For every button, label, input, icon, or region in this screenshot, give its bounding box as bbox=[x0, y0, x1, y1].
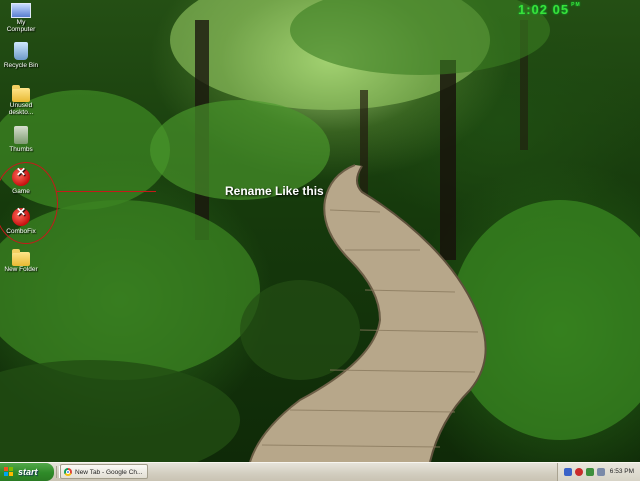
desktop-icon-new-folder[interactable]: New Folder bbox=[2, 249, 40, 273]
gadget-seconds: 05 bbox=[552, 2, 570, 17]
desktop-icon-label: My Computer bbox=[6, 19, 36, 33]
security-shield-icon[interactable] bbox=[575, 468, 583, 476]
network-icon[interactable] bbox=[564, 468, 572, 476]
desktop[interactable]: My Computer Recycle Bin Unused deskto...… bbox=[0, 0, 640, 462]
annotation-text: Rename Like this bbox=[225, 184, 324, 198]
annotation-line bbox=[56, 191, 156, 192]
recycle-bin-icon bbox=[14, 42, 28, 60]
antivirus-icon[interactable] bbox=[586, 468, 594, 476]
volume-icon[interactable] bbox=[597, 468, 605, 476]
chrome-icon bbox=[64, 468, 72, 476]
taskbar-button-label: New Tab - Google Ch... bbox=[75, 469, 143, 476]
desktop-icon-label: New Folder bbox=[4, 266, 38, 273]
wallpaper bbox=[0, 0, 640, 462]
start-button[interactable]: start bbox=[0, 463, 54, 481]
desktop-icon-label: Unused deskto... bbox=[8, 102, 34, 116]
start-label: start bbox=[18, 467, 38, 477]
my-computer-icon bbox=[11, 3, 31, 18]
windows-logo-icon bbox=[4, 467, 14, 477]
desktop-icon-thumbs[interactable]: Thumbs bbox=[2, 126, 40, 153]
desktop-icon-label: Recycle Bin bbox=[3, 62, 39, 69]
desktop-icon-my-computer[interactable]: My Computer bbox=[2, 2, 40, 33]
folder-icon bbox=[12, 249, 30, 266]
tray-clock[interactable]: 6:53 PM bbox=[610, 463, 634, 481]
folder-icon bbox=[12, 85, 30, 102]
taskbar-button-chrome[interactable]: New Tab - Google Ch... bbox=[60, 464, 148, 479]
clock-gadget[interactable]: 1:02 05 PM bbox=[518, 2, 581, 17]
thumbs-file-icon bbox=[14, 126, 28, 144]
desktop-icon-recycle-bin[interactable]: Recycle Bin bbox=[2, 42, 40, 69]
taskbar: start New Tab - Google Ch... 6:53 PM bbox=[0, 462, 640, 481]
desktop-icon-label: Thumbs bbox=[9, 146, 33, 153]
gadget-suffix: PM bbox=[571, 2, 581, 8]
system-tray: 6:53 PM bbox=[557, 463, 640, 481]
gadget-time: 1:02 bbox=[518, 2, 549, 17]
desktop-icon-unused-desktop[interactable]: Unused deskto... bbox=[2, 85, 40, 116]
